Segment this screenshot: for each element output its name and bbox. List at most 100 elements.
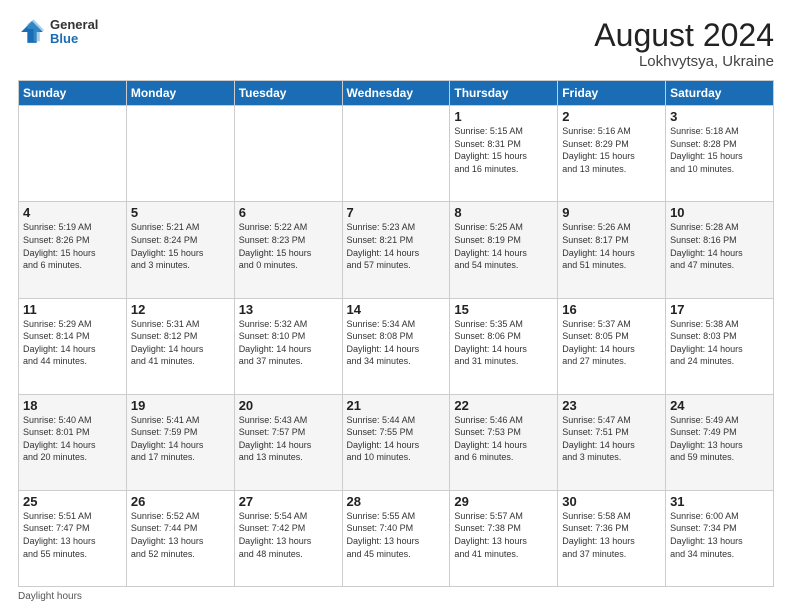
day-number: 26 [131, 494, 230, 509]
day-number: 23 [562, 398, 661, 413]
day-info: Sunrise: 5:18 AM Sunset: 8:28 PM Dayligh… [670, 125, 769, 175]
logo-blue-text: Blue [50, 32, 98, 46]
day-number: 18 [23, 398, 122, 413]
day-number: 4 [23, 205, 122, 220]
day-info: Sunrise: 5:55 AM Sunset: 7:40 PM Dayligh… [347, 510, 446, 560]
day-info: Sunrise: 5:34 AM Sunset: 8:08 PM Dayligh… [347, 318, 446, 368]
calendar-cell: 3Sunrise: 5:18 AM Sunset: 8:28 PM Daylig… [666, 106, 774, 202]
calendar-cell [342, 106, 450, 202]
footer-note: Daylight hours [18, 591, 774, 602]
calendar-cell: 8Sunrise: 5:25 AM Sunset: 8:19 PM Daylig… [450, 202, 558, 298]
day-number: 7 [347, 205, 446, 220]
calendar-cell: 27Sunrise: 5:54 AM Sunset: 7:42 PM Dayli… [234, 490, 342, 586]
calendar-table: SundayMondayTuesdayWednesdayThursdayFrid… [18, 80, 774, 587]
logo-general-text: General [50, 18, 98, 32]
calendar-cell: 5Sunrise: 5:21 AM Sunset: 8:24 PM Daylig… [126, 202, 234, 298]
day-number: 10 [670, 205, 769, 220]
calendar-header-saturday: Saturday [666, 81, 774, 106]
calendar-cell: 25Sunrise: 5:51 AM Sunset: 7:47 PM Dayli… [19, 490, 127, 586]
calendar-cell [19, 106, 127, 202]
day-number: 5 [131, 205, 230, 220]
calendar-cell: 18Sunrise: 5:40 AM Sunset: 8:01 PM Dayli… [19, 394, 127, 490]
calendar-week-4: 18Sunrise: 5:40 AM Sunset: 8:01 PM Dayli… [19, 394, 774, 490]
calendar-cell: 10Sunrise: 5:28 AM Sunset: 8:16 PM Dayli… [666, 202, 774, 298]
day-number: 28 [347, 494, 446, 509]
calendar-cell: 1Sunrise: 5:15 AM Sunset: 8:31 PM Daylig… [450, 106, 558, 202]
day-info: Sunrise: 5:29 AM Sunset: 8:14 PM Dayligh… [23, 318, 122, 368]
day-info: Sunrise: 5:54 AM Sunset: 7:42 PM Dayligh… [239, 510, 338, 560]
calendar-header-wednesday: Wednesday [342, 81, 450, 106]
day-info: Sunrise: 5:40 AM Sunset: 8:01 PM Dayligh… [23, 414, 122, 464]
title-block: August 2024 Lokhvytsya, Ukraine [594, 18, 774, 70]
calendar-cell: 19Sunrise: 5:41 AM Sunset: 7:59 PM Dayli… [126, 394, 234, 490]
calendar-header-sunday: Sunday [19, 81, 127, 106]
calendar-cell: 23Sunrise: 5:47 AM Sunset: 7:51 PM Dayli… [558, 394, 666, 490]
calendar-cell [234, 106, 342, 202]
calendar-header-friday: Friday [558, 81, 666, 106]
day-number: 20 [239, 398, 338, 413]
calendar-cell: 15Sunrise: 5:35 AM Sunset: 8:06 PM Dayli… [450, 298, 558, 394]
day-info: Sunrise: 5:49 AM Sunset: 7:49 PM Dayligh… [670, 414, 769, 464]
header: General Blue August 2024 Lokhvytsya, Ukr… [18, 18, 774, 70]
day-info: Sunrise: 5:31 AM Sunset: 8:12 PM Dayligh… [131, 318, 230, 368]
day-number: 29 [454, 494, 553, 509]
calendar-cell: 12Sunrise: 5:31 AM Sunset: 8:12 PM Dayli… [126, 298, 234, 394]
day-info: Sunrise: 5:44 AM Sunset: 7:55 PM Dayligh… [347, 414, 446, 464]
day-number: 1 [454, 109, 553, 124]
day-info: Sunrise: 5:15 AM Sunset: 8:31 PM Dayligh… [454, 125, 553, 175]
month-year: August 2024 [594, 18, 774, 53]
calendar-cell: 4Sunrise: 5:19 AM Sunset: 8:26 PM Daylig… [19, 202, 127, 298]
calendar-cell: 22Sunrise: 5:46 AM Sunset: 7:53 PM Dayli… [450, 394, 558, 490]
day-info: Sunrise: 5:38 AM Sunset: 8:03 PM Dayligh… [670, 318, 769, 368]
logo: General Blue [18, 18, 98, 47]
calendar-cell: 11Sunrise: 5:29 AM Sunset: 8:14 PM Dayli… [19, 298, 127, 394]
calendar-cell: 28Sunrise: 5:55 AM Sunset: 7:40 PM Dayli… [342, 490, 450, 586]
calendar-cell: 9Sunrise: 5:26 AM Sunset: 8:17 PM Daylig… [558, 202, 666, 298]
page: General Blue August 2024 Lokhvytsya, Ukr… [0, 0, 792, 612]
generalblue-icon [18, 18, 46, 46]
day-number: 17 [670, 302, 769, 317]
day-number: 11 [23, 302, 122, 317]
day-info: Sunrise: 5:51 AM Sunset: 7:47 PM Dayligh… [23, 510, 122, 560]
day-number: 21 [347, 398, 446, 413]
calendar-cell: 24Sunrise: 5:49 AM Sunset: 7:49 PM Dayli… [666, 394, 774, 490]
day-number: 12 [131, 302, 230, 317]
day-info: Sunrise: 5:28 AM Sunset: 8:16 PM Dayligh… [670, 221, 769, 271]
calendar-header-thursday: Thursday [450, 81, 558, 106]
calendar-header-row: SundayMondayTuesdayWednesdayThursdayFrid… [19, 81, 774, 106]
calendar-cell: 20Sunrise: 5:43 AM Sunset: 7:57 PM Dayli… [234, 394, 342, 490]
calendar-header-monday: Monday [126, 81, 234, 106]
day-number: 8 [454, 205, 553, 220]
day-info: Sunrise: 5:52 AM Sunset: 7:44 PM Dayligh… [131, 510, 230, 560]
calendar-cell: 21Sunrise: 5:44 AM Sunset: 7:55 PM Dayli… [342, 394, 450, 490]
calendar-cell: 26Sunrise: 5:52 AM Sunset: 7:44 PM Dayli… [126, 490, 234, 586]
calendar-cell: 6Sunrise: 5:22 AM Sunset: 8:23 PM Daylig… [234, 202, 342, 298]
calendar-week-1: 1Sunrise: 5:15 AM Sunset: 8:31 PM Daylig… [19, 106, 774, 202]
day-info: Sunrise: 5:46 AM Sunset: 7:53 PM Dayligh… [454, 414, 553, 464]
day-number: 16 [562, 302, 661, 317]
calendar-cell: 14Sunrise: 5:34 AM Sunset: 8:08 PM Dayli… [342, 298, 450, 394]
calendar-cell: 29Sunrise: 5:57 AM Sunset: 7:38 PM Dayli… [450, 490, 558, 586]
calendar-cell: 13Sunrise: 5:32 AM Sunset: 8:10 PM Dayli… [234, 298, 342, 394]
day-info: Sunrise: 5:57 AM Sunset: 7:38 PM Dayligh… [454, 510, 553, 560]
day-number: 24 [670, 398, 769, 413]
day-number: 13 [239, 302, 338, 317]
day-info: Sunrise: 5:43 AM Sunset: 7:57 PM Dayligh… [239, 414, 338, 464]
day-number: 27 [239, 494, 338, 509]
day-info: Sunrise: 5:35 AM Sunset: 8:06 PM Dayligh… [454, 318, 553, 368]
calendar-cell: 16Sunrise: 5:37 AM Sunset: 8:05 PM Dayli… [558, 298, 666, 394]
day-info: Sunrise: 5:32 AM Sunset: 8:10 PM Dayligh… [239, 318, 338, 368]
day-number: 30 [562, 494, 661, 509]
day-info: Sunrise: 6:00 AM Sunset: 7:34 PM Dayligh… [670, 510, 769, 560]
day-info: Sunrise: 5:26 AM Sunset: 8:17 PM Dayligh… [562, 221, 661, 271]
day-number: 25 [23, 494, 122, 509]
day-info: Sunrise: 5:16 AM Sunset: 8:29 PM Dayligh… [562, 125, 661, 175]
day-info: Sunrise: 5:58 AM Sunset: 7:36 PM Dayligh… [562, 510, 661, 560]
day-number: 19 [131, 398, 230, 413]
calendar-week-3: 11Sunrise: 5:29 AM Sunset: 8:14 PM Dayli… [19, 298, 774, 394]
day-info: Sunrise: 5:21 AM Sunset: 8:24 PM Dayligh… [131, 221, 230, 271]
day-info: Sunrise: 5:23 AM Sunset: 8:21 PM Dayligh… [347, 221, 446, 271]
day-number: 31 [670, 494, 769, 509]
day-number: 6 [239, 205, 338, 220]
day-info: Sunrise: 5:22 AM Sunset: 8:23 PM Dayligh… [239, 221, 338, 271]
